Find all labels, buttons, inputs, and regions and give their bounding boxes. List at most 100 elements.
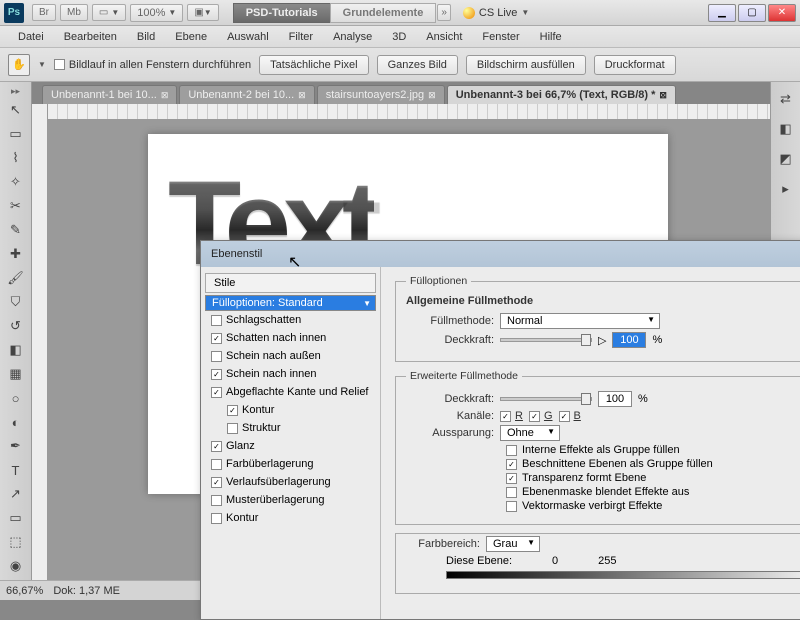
type-tool[interactable]: T bbox=[4, 459, 28, 481]
styles-tab[interactable]: Stile bbox=[205, 273, 376, 293]
doc-tab-2[interactable]: Unbenannt-2 bei 10...⊠ bbox=[179, 85, 314, 104]
style-checkbox[interactable]: ✓ bbox=[211, 387, 222, 398]
menu-auswahl[interactable]: Auswahl bbox=[217, 28, 279, 46]
fill-opacity-slider[interactable] bbox=[500, 397, 592, 401]
knockout-select[interactable]: Ohne bbox=[500, 425, 560, 441]
doc-tab-1[interactable]: Unbenannt-1 bei 10...⊠ bbox=[42, 85, 177, 104]
workspace-more-button[interactable]: » bbox=[437, 4, 451, 21]
3d-camera-tool[interactable]: ◉ bbox=[4, 555, 28, 577]
stamp-tool[interactable]: ⛉ bbox=[4, 291, 28, 313]
adv-option[interactable]: Vektormaske verbirgt Effekte bbox=[506, 500, 800, 512]
scroll-all-checkbox[interactable]: Bildlauf in allen Fenstern durchführen bbox=[54, 59, 251, 71]
workspace-tab-psd[interactable]: PSD-Tutorials bbox=[233, 3, 331, 23]
window-close-button[interactable]: ✕ bbox=[768, 4, 796, 22]
marquee-tool[interactable]: ▭ bbox=[4, 123, 28, 145]
style-checkbox[interactable] bbox=[211, 459, 222, 470]
hand-tool-icon[interactable]: ✋ bbox=[8, 54, 30, 76]
pen-tool[interactable]: ✒ bbox=[4, 435, 28, 457]
healing-tool[interactable]: ✚ bbox=[4, 243, 28, 265]
blend-if-select[interactable]: Grau bbox=[486, 536, 540, 552]
opacity-input[interactable]: 100 bbox=[612, 332, 646, 348]
style-item[interactable]: ✓Schatten nach innen bbox=[205, 329, 376, 347]
this-layer-gradient-slider[interactable] bbox=[446, 571, 800, 579]
adv-option[interactable]: ✓Beschnittene Ebenen als Gruppe füllen bbox=[506, 458, 800, 470]
close-icon[interactable]: ⊠ bbox=[659, 90, 667, 101]
menu-3d[interactable]: 3D bbox=[382, 28, 416, 46]
style-checkbox[interactable] bbox=[227, 423, 238, 434]
history-icon[interactable]: ◩ bbox=[774, 148, 798, 170]
style-checkbox[interactable] bbox=[211, 351, 222, 362]
adv-option[interactable]: Ebenenmaske blendet Effekte aus bbox=[506, 486, 800, 498]
channel-b-checkbox[interactable]: ✓B bbox=[559, 410, 581, 422]
style-item[interactable]: Kontur bbox=[205, 509, 376, 527]
brush-tool[interactable]: 🖌 bbox=[4, 267, 28, 289]
wand-tool[interactable]: ✧ bbox=[4, 171, 28, 193]
doc-tab-4[interactable]: Unbenannt-3 bei 66,7% (Text, RGB/8) *⊠ bbox=[447, 85, 676, 104]
arrange-docs-button[interactable]: ▭▼ bbox=[92, 4, 126, 21]
blend-mode-select[interactable]: Normal bbox=[500, 313, 660, 329]
window-minimize-button[interactable]: ▁ bbox=[708, 4, 736, 22]
adv-checkbox[interactable] bbox=[506, 445, 517, 456]
tools-collapse-icon[interactable]: ▸▸ bbox=[11, 86, 20, 97]
window-maximize-button[interactable]: ▢ bbox=[738, 4, 766, 22]
style-item[interactable]: Musterüberlagerung bbox=[205, 491, 376, 509]
fill-opacity-input[interactable]: 100 bbox=[598, 391, 632, 407]
print-size-button[interactable]: Druckformat bbox=[594, 55, 676, 75]
style-item[interactable]: ✓Glanz bbox=[205, 437, 376, 455]
eraser-tool[interactable]: ◧ bbox=[4, 339, 28, 361]
path-tool[interactable]: ↗ bbox=[4, 483, 28, 505]
close-icon[interactable]: ⊠ bbox=[298, 90, 306, 101]
crop-tool[interactable]: ✂ bbox=[4, 195, 28, 217]
style-item[interactable]: Schein nach außen bbox=[205, 347, 376, 365]
lasso-tool[interactable]: ⌇ bbox=[4, 147, 28, 169]
gradient-tool[interactable]: ▦ bbox=[4, 363, 28, 385]
move-tool[interactable]: ↖ bbox=[4, 99, 28, 121]
close-icon[interactable]: ⊠ bbox=[161, 90, 169, 101]
style-item[interactable]: ✓Abgeflachte Kante und Relief bbox=[205, 383, 376, 401]
style-checkbox[interactable]: ✓ bbox=[227, 405, 238, 416]
menu-bild[interactable]: Bild bbox=[127, 28, 165, 46]
swatches-icon[interactable]: ⇄ bbox=[774, 88, 798, 110]
menu-ebene[interactable]: Ebene bbox=[165, 28, 217, 46]
menu-hilfe[interactable]: Hilfe bbox=[530, 28, 572, 46]
dialog-titlebar[interactable]: Ebenenstil bbox=[201, 241, 800, 267]
menu-datei[interactable]: Datei bbox=[8, 28, 54, 46]
menu-analyse[interactable]: Analyse bbox=[323, 28, 382, 46]
channel-g-checkbox[interactable]: ✓G bbox=[529, 410, 553, 422]
dodge-tool[interactable]: ◐ bbox=[4, 411, 28, 433]
adjustments-icon[interactable]: ◧ bbox=[774, 118, 798, 140]
history-brush-tool[interactable]: ↺ bbox=[4, 315, 28, 337]
status-zoom[interactable]: 66,67% bbox=[6, 585, 43, 597]
style-checkbox[interactable] bbox=[211, 495, 222, 506]
adv-checkbox[interactable] bbox=[506, 501, 517, 512]
3d-tool[interactable]: ⬚ bbox=[4, 531, 28, 553]
screen-mode-button[interactable]: ▣▼ bbox=[187, 4, 218, 21]
adv-checkbox[interactable]: ✓ bbox=[506, 473, 517, 484]
style-checkbox[interactable]: ✓ bbox=[211, 477, 222, 488]
menu-filter[interactable]: Filter bbox=[279, 28, 323, 46]
style-item[interactable]: ✓Verlaufsüberlagerung bbox=[205, 473, 376, 491]
style-item[interactable]: Schlagschatten bbox=[205, 311, 376, 329]
adv-option[interactable]: ✓Transparenz formt Ebene bbox=[506, 472, 800, 484]
close-icon[interactable]: ⊠ bbox=[428, 90, 436, 101]
status-doc[interactable]: Dok: 1,37 ME bbox=[53, 585, 120, 597]
opacity-slider[interactable] bbox=[500, 338, 592, 342]
style-checkbox[interactable]: ✓ bbox=[211, 369, 222, 380]
style-item[interactable]: Farbüberlagerung bbox=[205, 455, 376, 473]
menu-fenster[interactable]: Fenster bbox=[472, 28, 529, 46]
cs-live-button[interactable]: CS Live▼ bbox=[463, 7, 529, 19]
style-item[interactable]: ✓Kontur bbox=[205, 401, 376, 419]
style-item[interactable]: Struktur bbox=[205, 419, 376, 437]
actions-icon[interactable]: ▸ bbox=[774, 178, 798, 200]
menu-ansicht[interactable]: Ansicht bbox=[416, 28, 472, 46]
fit-screen-button[interactable]: Ganzes Bild bbox=[377, 55, 458, 75]
zoom-level-dropdown[interactable]: 100%▼ bbox=[130, 4, 183, 22]
eyedropper-tool[interactable]: ✎ bbox=[4, 219, 28, 241]
style-item[interactable]: ✓Schein nach innen bbox=[205, 365, 376, 383]
menu-bearbeiten[interactable]: Bearbeiten bbox=[54, 28, 127, 46]
fill-options-item[interactable]: Fülloptionen: Standard bbox=[205, 295, 376, 311]
doc-tab-3[interactable]: stairsuntoayers2.jpg⊠ bbox=[317, 85, 445, 104]
style-checkbox[interactable] bbox=[211, 315, 222, 326]
style-checkbox[interactable]: ✓ bbox=[211, 333, 222, 344]
fill-screen-button[interactable]: Bildschirm ausfüllen bbox=[466, 55, 586, 75]
